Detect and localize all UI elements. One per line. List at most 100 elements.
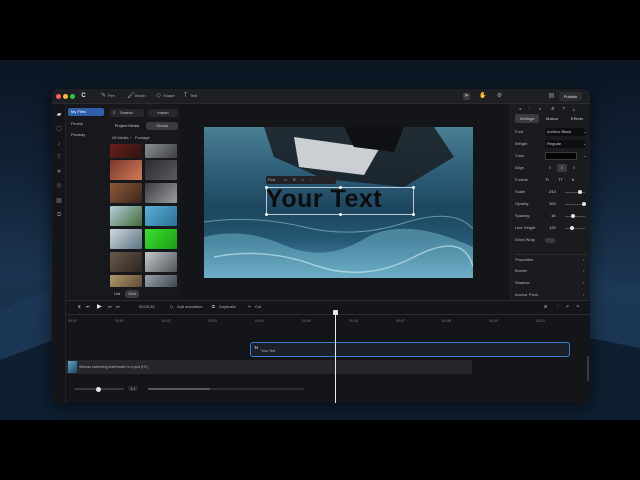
snap-icon[interactable]: ⊞ xyxy=(544,304,547,309)
distribute-icon[interactable]: ⇵ xyxy=(551,106,554,111)
layer-down-icon[interactable]: ⤓ xyxy=(573,106,575,111)
format-option-3[interactable]: tt xyxy=(572,176,574,184)
transition-icon[interactable]: ⧉ xyxy=(55,211,63,219)
resize-handle[interactable] xyxy=(265,213,268,216)
word-wrap-toggle[interactable] xyxy=(545,238,555,243)
resize-handle[interactable] xyxy=(265,186,268,189)
sidebar-item-pexels[interactable]: Pexels xyxy=(68,120,104,128)
video-clip[interactable]: Woman swimming underwater in a pool (HT) xyxy=(66,360,472,374)
opacity-slider[interactable] xyxy=(565,202,586,206)
media-thumbnail[interactable] xyxy=(145,144,177,158)
maximize-window-button[interactable] xyxy=(70,94,75,99)
tab-project-media[interactable]: Project Media xyxy=(110,122,144,130)
folder-icon[interactable]: ▰ xyxy=(55,111,63,119)
fit-icon[interactable]: ⌸ xyxy=(78,304,80,309)
media-thumbnail[interactable] xyxy=(145,275,177,287)
duplicate-button[interactable]: Duplicate xyxy=(219,304,236,309)
format-option-2[interactable]: TT xyxy=(558,176,563,184)
float-font-label[interactable]: Font xyxy=(268,178,275,182)
media-thumbnail[interactable] xyxy=(110,252,142,272)
media-thumbnail[interactable] xyxy=(145,183,177,203)
section-anchor-point[interactable]: Anchor Point › xyxy=(515,290,587,300)
view-list-button[interactable]: List xyxy=(110,290,124,298)
vertical-scrollbar[interactable] xyxy=(587,356,589,381)
media-thumbnail[interactable] xyxy=(110,206,142,226)
spacing-slider[interactable] xyxy=(565,214,585,218)
resize-handle[interactable] xyxy=(339,213,342,216)
layer-up-icon[interactable]: ⤒ xyxy=(563,106,565,111)
format-option-1[interactable]: Tt xyxy=(545,176,549,184)
sidebar-item-my-files[interactable]: My Files xyxy=(68,108,104,116)
undo-icon[interactable]: ↶ xyxy=(566,304,569,309)
tool-text[interactable]: Text xyxy=(190,93,197,98)
media-thumbnail[interactable] xyxy=(110,229,142,249)
add-animation-button[interactable]: Add animation xyxy=(177,304,203,309)
align-center-icon[interactable]: ⫶ xyxy=(529,106,530,111)
media-thumbnail[interactable] xyxy=(145,160,177,180)
layout-icon[interactable]: ▤ xyxy=(548,93,555,100)
grid-icon[interactable]: ▦ xyxy=(55,197,63,205)
slider-thumb[interactable] xyxy=(571,214,575,218)
view-grid-button[interactable]: Grid xyxy=(125,290,139,298)
media-thumbnail[interactable] xyxy=(110,275,142,287)
split-icon[interactable]: ⋮ xyxy=(556,304,560,309)
settings-icon[interactable]: ⚙ xyxy=(496,93,503,100)
redo-icon[interactable]: ↷ xyxy=(576,304,579,309)
star-icon[interactable]: ★ xyxy=(55,168,63,176)
breadcrumb-footage[interactable]: Footage xyxy=(135,135,150,140)
color-swatch[interactable] xyxy=(545,152,577,160)
line-height-value[interactable]: 120 xyxy=(549,224,556,232)
slider-thumb[interactable] xyxy=(578,190,582,194)
spacing-value[interactable]: 16 xyxy=(551,212,555,220)
horizontal-scrollbar[interactable] xyxy=(148,388,304,390)
scrollbar-thumb[interactable] xyxy=(148,388,210,390)
float-color-icon[interactable]: ▭ xyxy=(284,178,287,182)
playhead[interactable] xyxy=(333,310,338,403)
float-bold-icon[interactable]: B xyxy=(293,178,295,182)
tab-effects[interactable]: Effects xyxy=(565,114,589,123)
resize-handle[interactable] xyxy=(339,186,342,189)
media-icon[interactable]: ▢ xyxy=(55,125,63,133)
zoom-slider-thumb[interactable] xyxy=(96,386,101,392)
media-thumbnail[interactable] xyxy=(145,229,177,249)
slider-thumb[interactable] xyxy=(570,226,574,230)
sticker-icon[interactable]: ◎ xyxy=(55,182,63,190)
text-icon[interactable]: T xyxy=(55,154,63,162)
zoom-slider[interactable] xyxy=(74,386,124,392)
tool-pen[interactable]: Pen xyxy=(108,93,115,98)
playhead-handle[interactable] xyxy=(333,310,338,315)
font-select[interactable]: Archivo Black xyxy=(545,128,585,136)
text-floating-toolbar[interactable]: Font ▭ B ≡ ⋯ xyxy=(266,176,336,184)
play-icon[interactable]: ▶ xyxy=(97,303,102,310)
line-height-slider[interactable] xyxy=(565,226,585,230)
slider-thumb[interactable] xyxy=(582,202,586,206)
resize-handle[interactable] xyxy=(412,213,415,216)
hand-icon[interactable]: ✋ xyxy=(479,93,486,100)
loop-icon[interactable]: ⏭ xyxy=(116,304,120,309)
resize-handle[interactable] xyxy=(412,186,415,189)
section-shadow[interactable]: Shadow › xyxy=(515,278,587,288)
skip-back-icon[interactable]: ⏮ xyxy=(86,304,90,309)
scale-slider[interactable] xyxy=(565,190,585,194)
media-thumbnail[interactable] xyxy=(110,144,142,158)
audio-icon[interactable]: ♪ xyxy=(55,140,63,148)
zoom-value[interactable]: 1:1 xyxy=(128,386,138,391)
float-align-icon[interactable]: ≡ xyxy=(302,178,304,182)
skip-forward-icon[interactable]: ⏭ xyxy=(108,304,112,309)
publish-button[interactable]: Publish xyxy=(558,92,582,101)
tab-motion[interactable]: Motion xyxy=(540,114,564,123)
media-thumbnail[interactable] xyxy=(145,252,177,272)
float-more-icon[interactable]: ⋯ xyxy=(310,178,314,182)
import-button[interactable]: Import xyxy=(148,109,178,117)
cut-button[interactable]: Cut xyxy=(255,304,261,309)
text-align-right-icon[interactable]: ≡ xyxy=(569,164,579,172)
align-right-icon[interactable]: ⫸ xyxy=(539,106,541,111)
opacity-value[interactable]: 100 xyxy=(549,200,556,208)
breadcrumb-all-media[interactable]: All Media xyxy=(112,135,128,140)
tool-shape[interactable]: Shape xyxy=(163,93,175,98)
video-canvas[interactable]: Font ▭ B ≡ ⋯ Your Text xyxy=(204,127,473,278)
tool-brush[interactable]: Brush xyxy=(135,93,145,98)
media-thumbnail[interactable] xyxy=(110,183,142,203)
cursor-icon[interactable]: ➤ xyxy=(463,93,470,100)
text-align-left-icon[interactable]: ≡ xyxy=(545,164,555,172)
